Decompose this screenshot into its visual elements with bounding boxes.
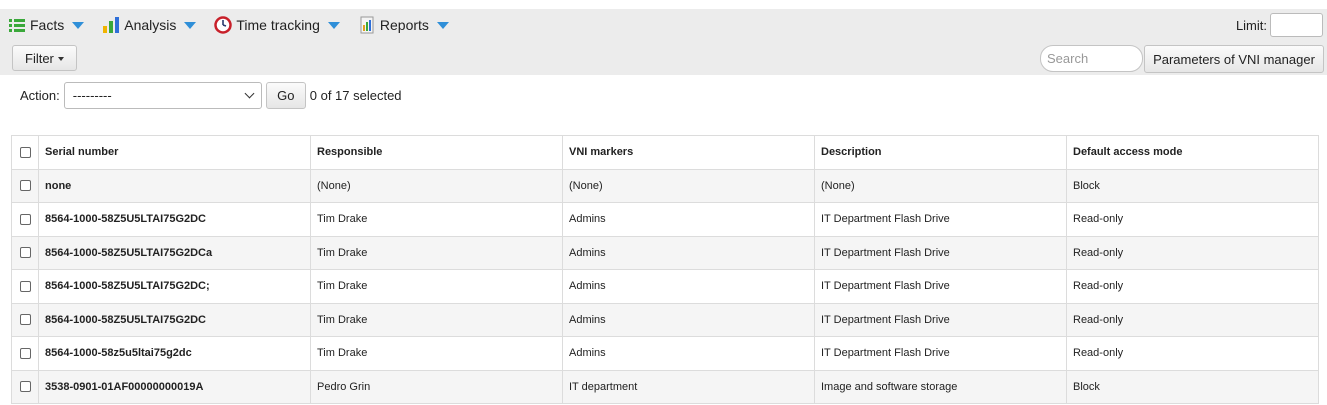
menu-time-tracking-label: Time tracking: [236, 16, 320, 33]
description-cell: IT Department Flash Drive: [814, 235, 1067, 270]
table-row: 8564-1000-58z5u5ltai75g2dc Tim Drake Adm…: [11, 336, 1319, 371]
limit-label: Limit:: [1235, 18, 1267, 33]
menu-facts[interactable]: Facts: [8, 16, 85, 34]
menubar: Facts Analysis Time tracking Reports: [0, 9, 459, 40]
chevron-down-icon: [436, 22, 449, 29]
clock-icon: [214, 15, 233, 34]
description-cell: IT Department Flash Drive: [814, 202, 1067, 237]
column-header-description[interactable]: Description: [814, 135, 1067, 170]
chevron-down-icon: [184, 22, 197, 29]
serial-number-link[interactable]: none: [38, 168, 311, 203]
row-select-cell: [11, 336, 39, 371]
search-input[interactable]: [1040, 45, 1143, 72]
chevron-down-icon: [327, 22, 340, 29]
row-checkbox[interactable]: [19, 347, 31, 359]
responsible-cell: Tim Drake: [310, 269, 563, 304]
table-row: 8564-1000-58Z5U5LTAI75G2DC Tim Drake Adm…: [11, 302, 1319, 337]
chevron-down-icon: [72, 22, 85, 29]
menu-facts-label: Facts: [30, 16, 65, 33]
serial-number-link[interactable]: 3538-0901-01AF00000000019A: [38, 369, 311, 404]
table-header-row: Serial number Responsible VNI markers De…: [11, 135, 1319, 170]
filter-button-label: Filter: [25, 50, 54, 66]
vni-markers-cell: Admins: [562, 202, 815, 237]
responsible-cell: Tim Drake: [310, 302, 563, 337]
row-checkbox[interactable]: [19, 381, 31, 393]
responsible-cell: Tim Drake: [310, 235, 563, 270]
parameters-button[interactable]: Parameters of VNI manager: [1144, 45, 1324, 73]
table-row: 8564-1000-58Z5U5LTAI75G2DCa Tim Drake Ad…: [11, 235, 1319, 270]
select-all-checkbox[interactable]: [19, 146, 31, 158]
chevron-down-icon: [57, 56, 64, 61]
responsible-cell: Pedro Grin: [310, 369, 563, 404]
vni-markers-cell: Admins: [562, 269, 815, 304]
list-icon: [8, 16, 26, 34]
row-checkbox[interactable]: [19, 213, 31, 225]
description-cell: Image and software storage: [814, 369, 1067, 404]
table-row: none (None) (None) (None) Block: [11, 168, 1319, 203]
action-label: Action:: [20, 87, 60, 103]
access-mode-cell: Block: [1066, 369, 1319, 404]
vni-markers-cell: IT department: [562, 369, 815, 404]
report-icon: [358, 16, 376, 34]
description-cell: IT Department Flash Drive: [814, 302, 1067, 337]
menu-reports-label: Reports: [379, 16, 429, 33]
serial-number-link[interactable]: 8564-1000-58Z5U5LTAI75G2DCa: [38, 235, 311, 270]
menu-time-tracking[interactable]: Time tracking: [214, 15, 340, 34]
menu-reports[interactable]: Reports: [358, 16, 449, 34]
action-select-value: ---------: [72, 87, 112, 103]
responsible-cell: Tim Drake: [310, 202, 563, 237]
action-select[interactable]: ---------: [63, 81, 262, 109]
access-mode-cell: Read-only: [1066, 302, 1319, 337]
column-header-access-mode[interactable]: Default access mode: [1066, 135, 1319, 170]
vni-markers-cell: Admins: [562, 235, 815, 270]
column-header-serial[interactable]: Serial number: [38, 135, 311, 170]
access-mode-cell: Read-only: [1066, 202, 1319, 237]
column-header-vni-markers[interactable]: VNI markers: [562, 135, 815, 170]
devices-table: Serial number Responsible VNI markers De…: [11, 135, 1319, 404]
vni-markers-cell: (None): [562, 168, 815, 203]
row-select-cell: [11, 269, 39, 304]
filter-button[interactable]: Filter: [12, 45, 77, 71]
selection-status: 0 of 17 selected: [309, 87, 402, 103]
row-select-cell: [11, 235, 39, 270]
bar-chart-icon: [102, 16, 120, 34]
description-cell: IT Department Flash Drive: [814, 336, 1067, 371]
access-mode-cell: Read-only: [1066, 336, 1319, 371]
row-select-cell: [11, 168, 39, 203]
top-toolbar: Facts Analysis Time tracking Reports Lim…: [0, 9, 1327, 75]
vni-markers-cell: Admins: [562, 336, 815, 371]
action-bar: Action: --------- Go 0 of 17 selected: [20, 81, 402, 109]
column-header-responsible[interactable]: Responsible: [310, 135, 563, 170]
menu-analysis[interactable]: Analysis: [102, 16, 197, 34]
description-cell: (None): [814, 168, 1067, 203]
row-select-cell: [11, 302, 39, 337]
row-checkbox[interactable]: [19, 314, 31, 326]
limit-input[interactable]: [1270, 13, 1323, 37]
access-mode-cell: Read-only: [1066, 269, 1319, 304]
row-select-cell: [11, 369, 39, 404]
table-row: 8564-1000-58Z5U5LTAI75G2DC; Tim Drake Ad…: [11, 269, 1319, 304]
row-checkbox[interactable]: [19, 280, 31, 292]
menu-analysis-label: Analysis: [124, 16, 177, 33]
serial-number-link[interactable]: 8564-1000-58Z5U5LTAI75G2DC;: [38, 269, 311, 304]
responsible-cell: Tim Drake: [310, 336, 563, 371]
serial-number-link[interactable]: 8564-1000-58Z5U5LTAI75G2DC: [38, 302, 311, 337]
responsible-cell: (None): [310, 168, 563, 203]
table-row: 8564-1000-58Z5U5LTAI75G2DC Tim Drake Adm…: [11, 202, 1319, 237]
row-checkbox[interactable]: [19, 247, 31, 259]
vni-markers-cell: Admins: [562, 302, 815, 337]
access-mode-cell: Block: [1066, 168, 1319, 203]
description-cell: IT Department Flash Drive: [814, 269, 1067, 304]
serial-number-link[interactable]: 8564-1000-58z5u5ltai75g2dc: [38, 336, 311, 371]
access-mode-cell: Read-only: [1066, 235, 1319, 270]
go-button[interactable]: Go: [265, 81, 306, 109]
row-select-cell: [11, 202, 39, 237]
table-row: 3538-0901-01AF00000000019A Pedro Grin IT…: [11, 369, 1319, 404]
serial-number-link[interactable]: 8564-1000-58Z5U5LTAI75G2DC: [38, 202, 311, 237]
chevron-down-icon: [244, 88, 255, 98]
row-checkbox[interactable]: [19, 180, 31, 192]
select-all-cell: [11, 135, 39, 170]
